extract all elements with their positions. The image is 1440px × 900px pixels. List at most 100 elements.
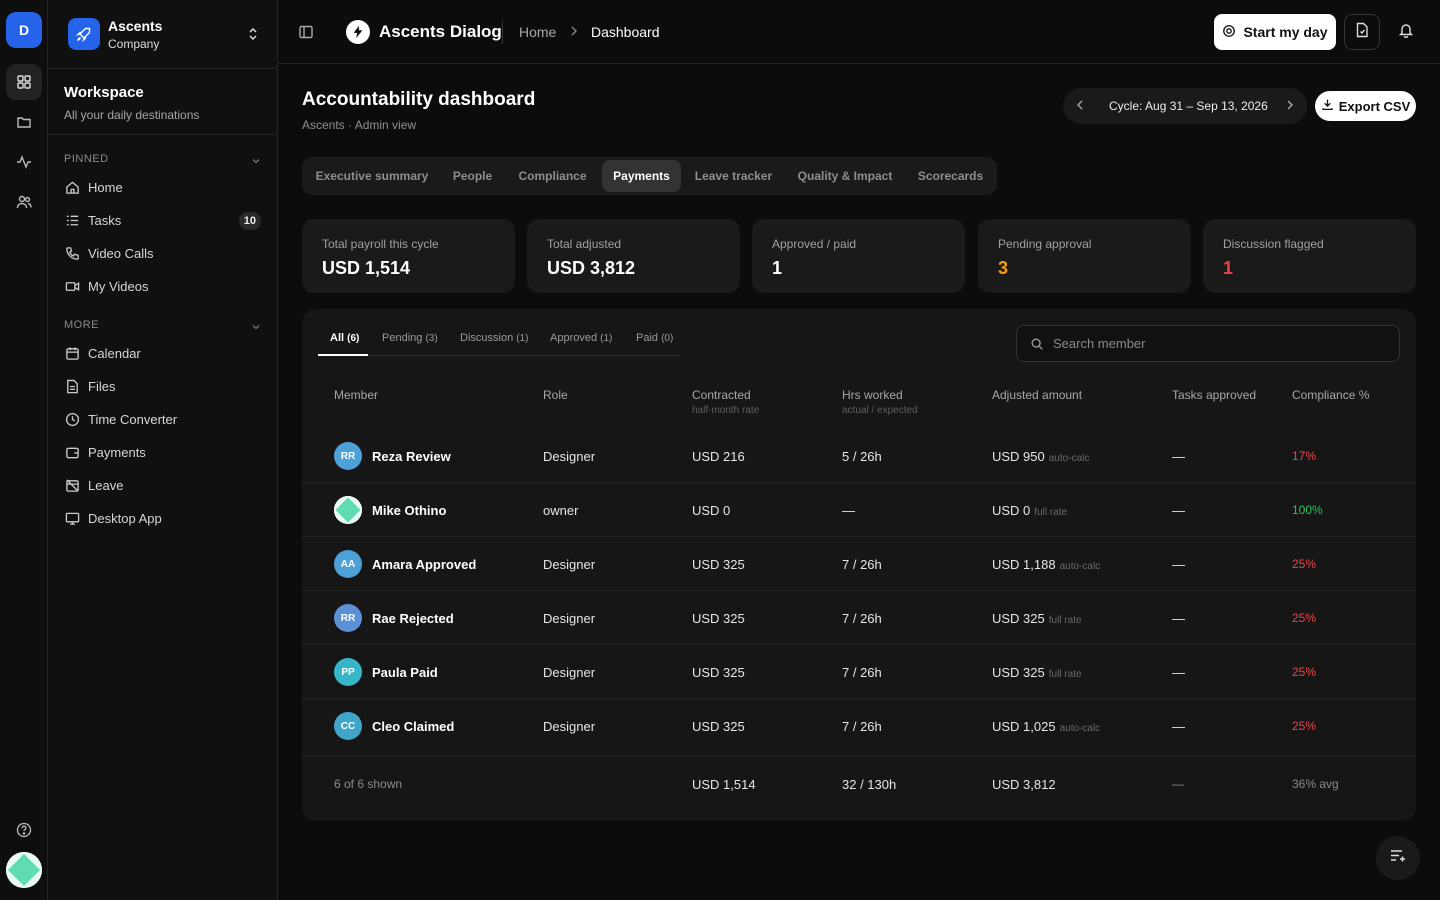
column-adjusted: Adjusted amount bbox=[992, 388, 1083, 402]
adjusted-tag: full rate bbox=[1048, 615, 1082, 626]
nav-files[interactable]: Files bbox=[48, 370, 277, 403]
stat-value: USD 1,514 bbox=[322, 258, 411, 278]
filter-count: (1) bbox=[516, 333, 529, 344]
sidebar-toggle-icon[interactable] bbox=[298, 24, 314, 45]
rail-dashboard-icon[interactable] bbox=[6, 64, 42, 100]
company-switcher[interactable]: Ascents Company bbox=[48, 0, 277, 69]
table-row[interactable]: PP Paula Paid Designer USD 325 7 / 26h U… bbox=[302, 645, 1416, 699]
contracted-amount: USD 0 bbox=[692, 503, 731, 518]
rail-users-icon[interactable] bbox=[6, 184, 42, 220]
nav-calendar[interactable]: Calendar bbox=[48, 337, 277, 370]
table-row[interactable]: AA Amara Approved Designer USD 325 7 / 2… bbox=[302, 537, 1416, 591]
workspace-switcher[interactable]: D bbox=[6, 12, 42, 48]
filter-pending[interactable]: Pending (3) bbox=[382, 332, 438, 344]
compliance-value: 25% bbox=[1292, 665, 1317, 679]
compliance-value: 17% bbox=[1292, 449, 1317, 463]
stat-label: Total payroll this cycle bbox=[322, 237, 439, 251]
notifications-button[interactable] bbox=[1388, 14, 1424, 50]
dashboard-tabs: Executive summary People Compliance Paym… bbox=[302, 157, 997, 195]
floating-action-button[interactable] bbox=[1376, 836, 1420, 880]
table-row[interactable]: Mike Othino owner USD 0 — USD 0 full rate… bbox=[302, 483, 1416, 537]
search-input[interactable] bbox=[1053, 326, 1383, 361]
nav-my-videos[interactable]: My Videos bbox=[48, 270, 277, 303]
stat-label: Total adjusted bbox=[547, 237, 622, 251]
table-row[interactable]: CC Cleo Claimed Designer USD 325 7 / 26h… bbox=[302, 699, 1416, 753]
start-my-day-button[interactable]: Start my day bbox=[1214, 14, 1336, 50]
nav-time-converter[interactable]: Time Converter bbox=[48, 403, 277, 436]
hours-worked: 7 / 26h bbox=[842, 611, 882, 626]
adjusted-amount: USD 325 full rate bbox=[992, 665, 1082, 680]
nav-video-calls[interactable]: Video Calls bbox=[48, 237, 277, 270]
calendar-icon bbox=[64, 346, 80, 362]
filter-label: Discussion bbox=[460, 332, 514, 344]
member-role: Designer bbox=[543, 719, 596, 734]
chevron-left-icon[interactable] bbox=[1073, 98, 1087, 117]
chevron-right-icon bbox=[568, 24, 580, 43]
rail-folder-icon[interactable] bbox=[6, 104, 42, 140]
chevron-down-icon[interactable] bbox=[251, 319, 261, 337]
breadcrumb-home[interactable]: Home bbox=[519, 24, 556, 40]
nav-label: My Videos bbox=[88, 279, 149, 294]
nav-label: Home bbox=[88, 180, 123, 195]
rocket-icon bbox=[68, 18, 100, 50]
table-row[interactable]: RR Rae Rejected Designer USD 325 7 / 26h… bbox=[302, 591, 1416, 645]
chevron-right-icon[interactable] bbox=[1283, 98, 1297, 117]
member-name[interactable]: Mike Othino bbox=[372, 503, 446, 518]
more-section-header[interactable]: MORE bbox=[48, 313, 277, 337]
topbar: Ascents Dialog Home Dashboard Start my d… bbox=[278, 0, 1440, 64]
phone-icon bbox=[64, 246, 80, 262]
tab-executive-summary[interactable]: Executive summary bbox=[305, 160, 439, 192]
column-label: Hrs worked bbox=[842, 388, 903, 402]
member-name[interactable]: Amara Approved bbox=[372, 557, 476, 572]
nav-payments[interactable]: Payments bbox=[48, 436, 277, 469]
filter-approved[interactable]: Approved (1) bbox=[550, 332, 612, 344]
nav-label: Calendar bbox=[88, 346, 141, 361]
column-member: Member bbox=[334, 388, 379, 402]
main-content: Accountability dashboard Ascents · Admin… bbox=[278, 64, 1440, 900]
topbar-divider bbox=[502, 20, 503, 44]
nav-label: Files bbox=[88, 379, 116, 394]
adjusted-value: USD 325 bbox=[992, 665, 1045, 680]
member-role: Designer bbox=[543, 557, 596, 572]
total-adjusted: USD 3,812 bbox=[992, 777, 1056, 792]
member-name[interactable]: Reza Review bbox=[372, 449, 451, 464]
column-role: Role bbox=[543, 388, 568, 402]
member-name[interactable]: Paula Paid bbox=[372, 665, 438, 680]
nav-label: Desktop App bbox=[88, 511, 162, 526]
filter-all[interactable]: All (6) bbox=[330, 332, 359, 344]
tab-payments[interactable]: Payments bbox=[602, 160, 681, 192]
member-name[interactable]: Cleo Claimed bbox=[372, 719, 454, 734]
filter-paid[interactable]: Paid (0) bbox=[636, 332, 673, 344]
chevron-updown-icon[interactable] bbox=[247, 26, 259, 47]
member-role: Designer bbox=[543, 665, 596, 680]
member-name[interactable]: Rae Rejected bbox=[372, 611, 454, 626]
export-csv-button[interactable]: Export CSV bbox=[1315, 91, 1416, 121]
help-icon[interactable] bbox=[6, 812, 42, 848]
brand-name: Ascents Dialog bbox=[379, 22, 502, 41]
filter-discussion[interactable]: Discussion (1) bbox=[460, 332, 528, 344]
tab-people[interactable]: People bbox=[442, 160, 503, 192]
rail-activity-icon[interactable] bbox=[6, 144, 42, 180]
bell-icon bbox=[1398, 22, 1414, 43]
tab-quality-impact[interactable]: Quality & Impact bbox=[786, 160, 904, 192]
total-contracted: USD 1,514 bbox=[692, 777, 756, 792]
workspace-subtitle: All your daily destinations bbox=[64, 108, 200, 122]
tab-compliance[interactable]: Compliance bbox=[506, 160, 599, 192]
table-row[interactable]: RR Reza Review Designer USD 216 5 / 26h … bbox=[302, 429, 1416, 483]
nav-label: Time Converter bbox=[88, 412, 178, 427]
brand-logo-icon bbox=[346, 20, 370, 44]
nav-home[interactable]: Home bbox=[48, 171, 277, 204]
nav-desktop-app[interactable]: Desktop App bbox=[48, 502, 277, 535]
tab-leave-tracker[interactable]: Leave tracker bbox=[684, 160, 783, 192]
chevron-down-icon[interactable] bbox=[251, 153, 261, 171]
tab-scorecards[interactable]: Scorecards bbox=[907, 160, 994, 192]
nav-tasks[interactable]: Tasks 10 bbox=[48, 204, 277, 237]
pinned-section-header[interactable]: PINNED bbox=[48, 147, 277, 171]
hours-worked: — bbox=[842, 503, 855, 518]
nav-leave[interactable]: Leave bbox=[48, 469, 277, 502]
stat-card: Discussion flagged 1 bbox=[1203, 219, 1416, 293]
document-button[interactable] bbox=[1344, 14, 1380, 50]
tasks-approved: — bbox=[1172, 449, 1185, 464]
user-avatar[interactable] bbox=[6, 852, 42, 888]
member-search bbox=[1016, 325, 1400, 362]
